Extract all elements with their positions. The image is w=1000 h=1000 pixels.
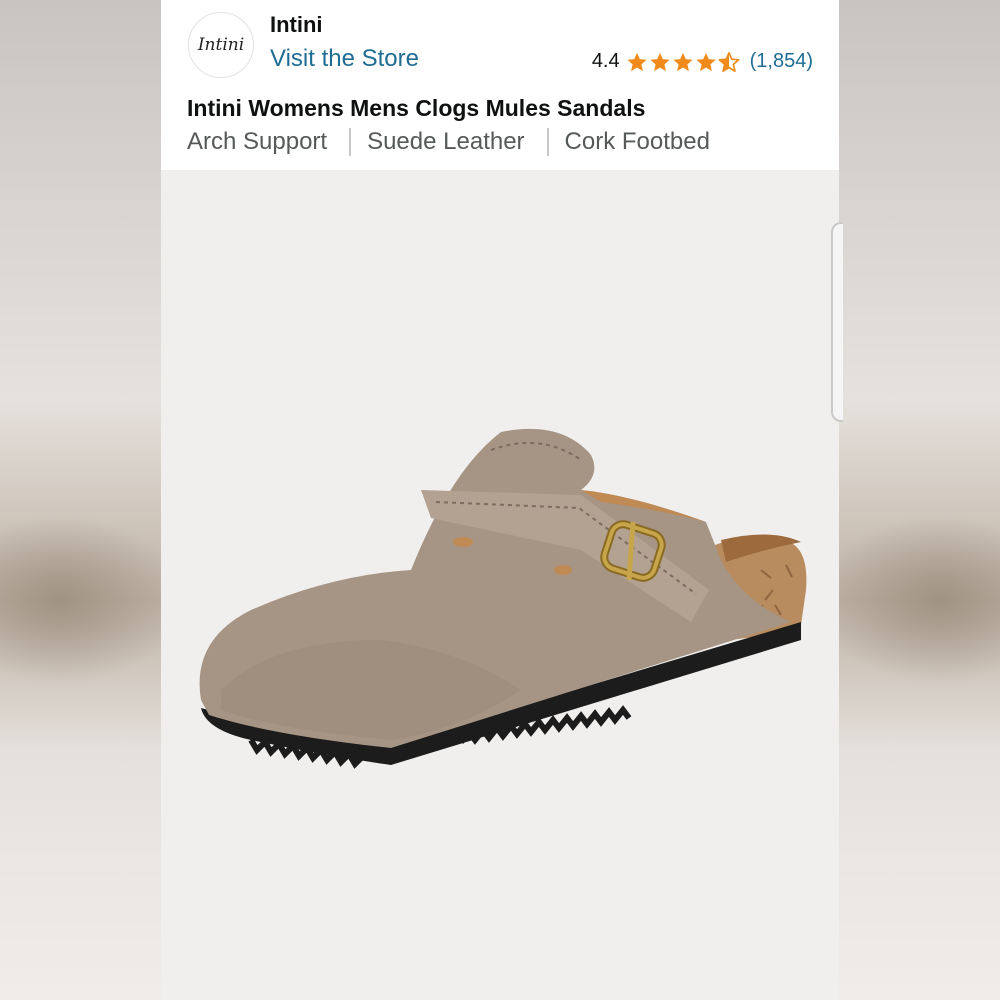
product-card: Intini Intini Visit the Store 4.4 (1,854… xyxy=(161,0,839,1000)
brand-logo[interactable]: Intini xyxy=(188,12,254,78)
product-header: Intini Intini Visit the Store 4.4 (1,854… xyxy=(161,0,839,170)
feature-item: Cork Footbed xyxy=(564,128,710,155)
brand-name: Intini xyxy=(270,12,323,37)
feature-divider xyxy=(349,128,352,156)
brand-logo-text: Intini xyxy=(197,35,245,55)
vent-hole xyxy=(554,565,572,575)
product-title: Intini Womens Mens Clogs Mules Sandals xyxy=(187,95,646,121)
rating-count-link[interactable]: (1,854) xyxy=(750,50,813,73)
star-rating xyxy=(626,51,740,73)
vent-hole xyxy=(453,537,473,547)
star-icon xyxy=(696,52,716,71)
feature-item: Arch Support xyxy=(187,128,328,155)
star-icon xyxy=(627,52,647,71)
star-icon xyxy=(673,52,693,71)
feature-list: Arch Support Suede Leather Cork Footbed xyxy=(187,128,710,156)
visit-store-link[interactable]: Visit the Store xyxy=(270,45,419,73)
rating-value: 4.4 xyxy=(591,50,620,72)
star-icon xyxy=(650,52,670,71)
rating-summary[interactable]: 4.4 (1,854) xyxy=(592,50,813,73)
feature-divider xyxy=(546,128,549,156)
image-carousel-scrollbar[interactable] xyxy=(831,222,843,422)
half-star-icon xyxy=(718,51,740,72)
product-image[interactable] xyxy=(161,170,839,1000)
feature-item: Suede Leather xyxy=(367,128,525,155)
